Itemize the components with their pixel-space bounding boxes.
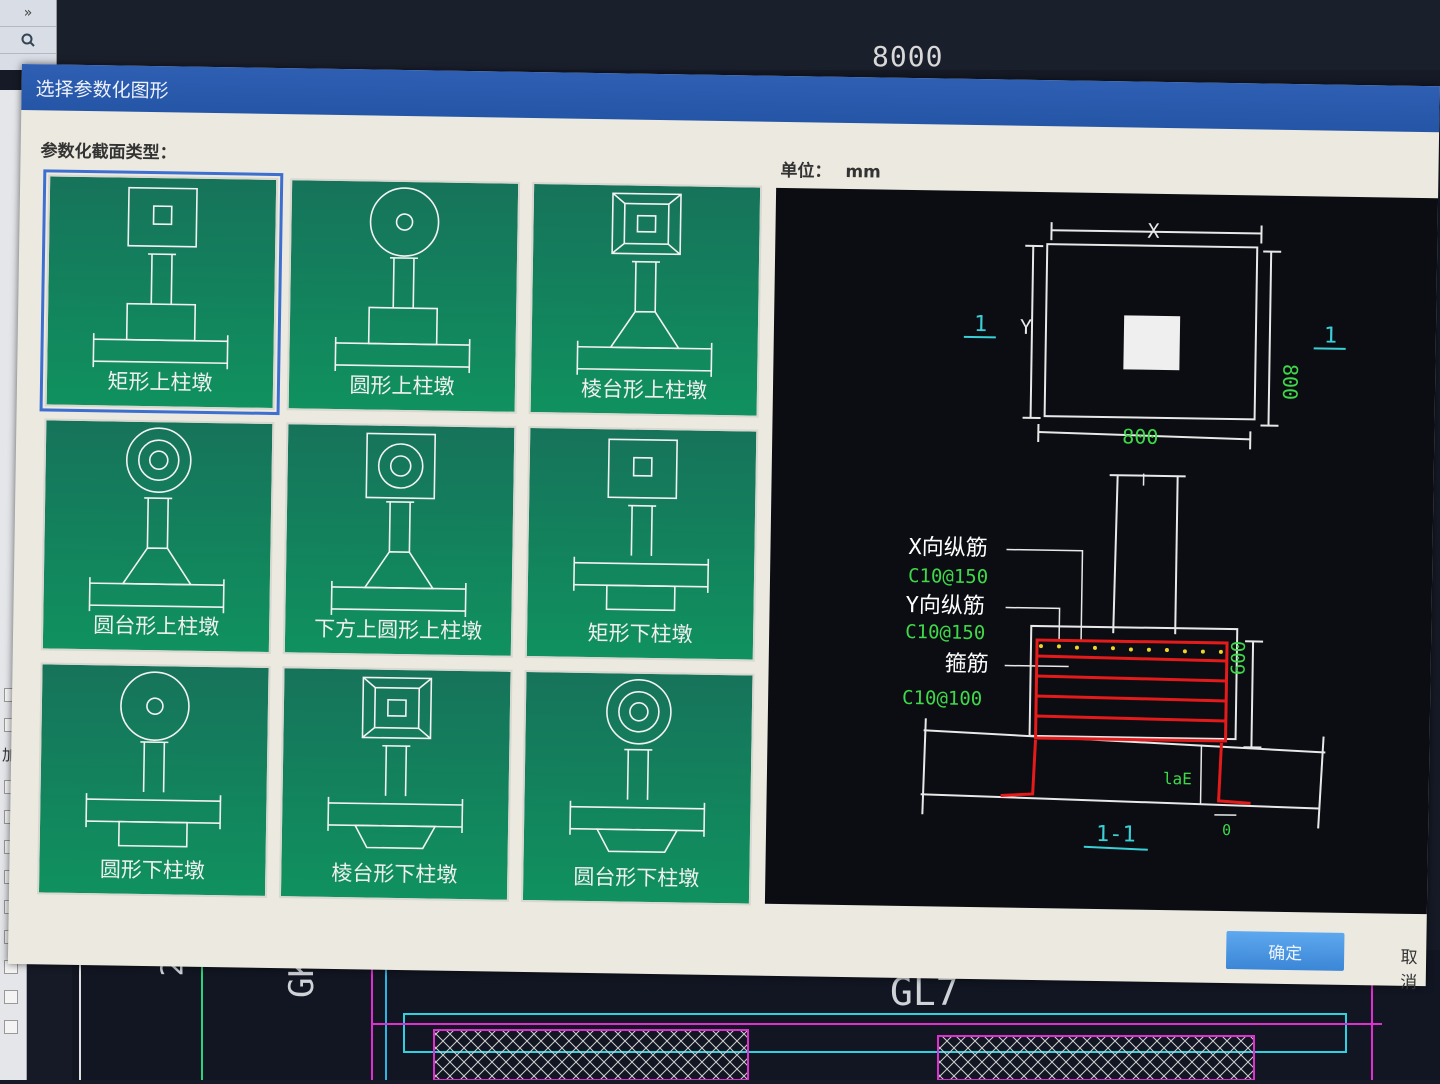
shape-option-1[interactable]: 矩形上柱墩 (45, 174, 279, 410)
shape-option-label: 圆台形上柱墩 (43, 608, 269, 642)
preview-panel: 1 1 X Y 800 800 X向纵筋 C10@150 Y向纵筋 C10@15… (765, 188, 1438, 914)
shape-option-3[interactable]: 棱台形上柱墩 (529, 182, 763, 418)
shape-option-7[interactable]: 圆形下柱墩 (37, 662, 271, 898)
y-rebar-value: C10@150 (905, 621, 985, 644)
shape-option-label: 棱台形下柱墩 (281, 856, 507, 890)
stirrup-label: 箍筋 (944, 652, 988, 678)
unit-value: mm (845, 162, 881, 183)
stirrup-value: C10@100 (902, 687, 982, 710)
dim-height-line (1268, 252, 1271, 426)
cad-toolbar: » (0, 0, 57, 70)
offset-text: 0 (1222, 821, 1231, 839)
panel-checkbox[interactable] (4, 990, 18, 1004)
section-mark-right: 1 (1324, 323, 1338, 348)
dim-y-text: Y (1020, 315, 1032, 339)
x-rebar-label: X向纵筋 (908, 535, 988, 561)
section-mark-left: 1 (974, 312, 988, 337)
select-parametric-shape-dialog: 选择参数化图形 参数化截面类型： 单位： mm 矩形上柱墩圆形上柱墩棱台形上柱墩圆… (8, 64, 1440, 986)
dim-height-text: 800 (1278, 364, 1303, 400)
rebar-dots (1039, 644, 1223, 654)
shape-option-label: 圆形上柱墩 (289, 368, 515, 402)
search-icon[interactable] (0, 27, 56, 54)
dim-width-text: 800 (1122, 424, 1158, 449)
rebar-group (1001, 639, 1253, 803)
section-title: 1-1 (1096, 822, 1136, 848)
section-type-label: 参数化截面类型： (40, 136, 176, 163)
shape-option-label: 矩形下柱墩 (527, 616, 753, 650)
shape-option-label: 圆形下柱墩 (39, 852, 265, 886)
y-rebar-label: Y向纵筋 (905, 593, 985, 619)
shape-option-label: 棱台形上柱墩 (531, 372, 757, 406)
shape-option-label: 圆台形下柱墩 (523, 860, 749, 894)
dim-x-text: X (1147, 219, 1159, 243)
shape-grid: 矩形上柱墩圆形上柱墩棱台形上柱墩圆台形上柱墩下方上圆形上柱墩矩形下柱墩圆形下柱墩… (29, 174, 760, 895)
preview-drawing: 1 1 X Y 800 800 X向纵筋 C10@150 Y向纵筋 C10@15… (765, 188, 1438, 914)
anchor-length-text: laE (1163, 769, 1192, 788)
plan-column-hole (1123, 315, 1180, 370)
cad-top-area (0, 0, 1440, 70)
pier-height-text: 600 (1228, 641, 1251, 676)
ok-button[interactable]: 确定 (1226, 931, 1345, 971)
toolbar-expand-icon[interactable]: » (0, 0, 56, 27)
shape-option-6[interactable]: 矩形下柱墩 (525, 426, 759, 662)
shape-option-label: 下方上圆形上柱墩 (285, 612, 511, 646)
cancel-button[interactable]: 取消 (1392, 942, 1427, 995)
shape-option-2[interactable]: 圆形上柱墩 (287, 178, 521, 414)
unit-label: 单位： mm (780, 156, 881, 183)
shape-option-5[interactable]: 下方上圆形上柱墩 (283, 422, 517, 658)
shape-option-4[interactable]: 圆台形上柱墩 (41, 418, 275, 654)
shape-option-8[interactable]: 棱台形下柱墩 (279, 666, 513, 902)
shape-option-label: 矩形上柱墩 (47, 364, 273, 398)
cad-dimension-text: 8000 (872, 40, 943, 73)
panel-checkbox[interactable] (4, 1020, 18, 1034)
shape-option-9[interactable]: 圆台形下柱墩 (521, 670, 755, 906)
dialog-title: 选择参数化图形 (35, 74, 168, 103)
x-rebar-value: C10@150 (908, 565, 988, 588)
dialog-title-bar[interactable]: 选择参数化图形 (21, 64, 1440, 132)
unit-caption: 单位： (780, 161, 831, 182)
